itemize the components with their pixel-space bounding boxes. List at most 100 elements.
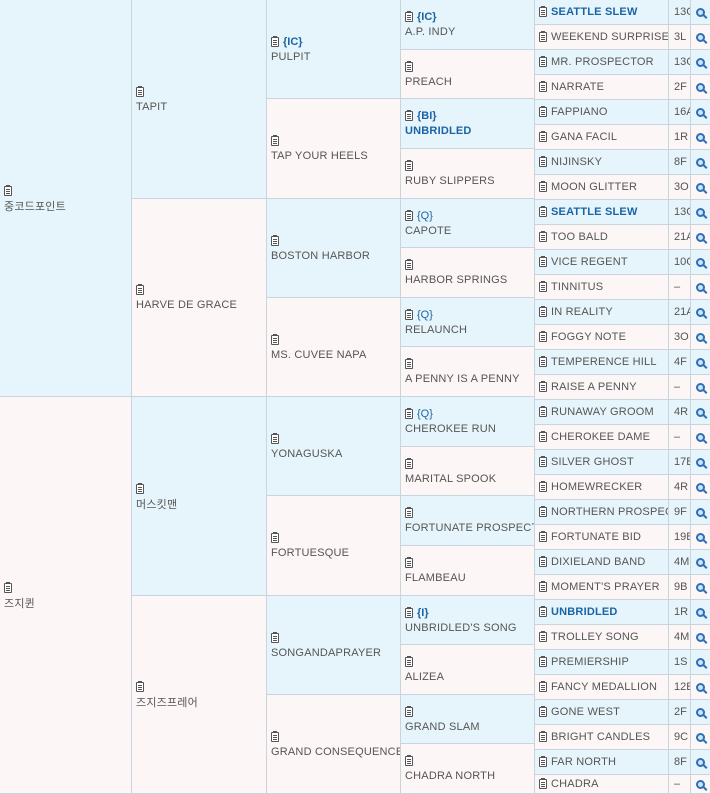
horse-name[interactable]: FOGGY NOTE [551,330,626,344]
horse-name[interactable]: TEMPERENCE HILL [551,355,657,369]
horse-name[interactable]: GRAND SLAM [405,721,480,733]
clipboard-icon[interactable] [539,181,547,192]
search-button[interactable] [691,625,710,650]
clipboard-icon[interactable] [405,557,413,568]
horse-name[interactable]: FORTUNATE BID [551,530,641,544]
horse-name[interactable]: MOON GLITTER [551,180,637,194]
horse-name[interactable]: NORTHERN PROSPECT [551,505,668,519]
clipboard-icon[interactable] [539,481,547,492]
clipboard-icon[interactable] [4,184,12,196]
horse-name[interactable]: TAP YOUR HEELS [271,150,368,162]
clipboard-icon[interactable] [539,231,547,242]
clipboard-icon[interactable] [539,381,547,392]
horse-name[interactable]: BOSTON HARBOR [271,250,370,262]
search-button[interactable] [691,675,710,700]
clipboard-icon[interactable] [271,35,279,47]
search-button[interactable] [691,200,710,225]
search-button[interactable] [691,525,710,550]
horse-name[interactable]: FLAMBEAU [405,572,466,584]
clipboard-icon[interactable] [539,778,547,789]
clipboard-icon[interactable] [136,681,144,692]
horse-name[interactable]: IN REALITY [551,305,613,319]
clipboard-icon[interactable] [405,209,413,221]
search-button[interactable] [691,225,710,250]
horse-name[interactable]: ALIZEA [405,671,444,683]
search-button[interactable] [691,75,710,100]
search-button[interactable] [691,300,710,325]
clipboard-icon[interactable] [539,706,547,717]
search-button[interactable] [691,700,710,725]
horse-name[interactable]: A PENNY IS A PENNY [405,373,520,385]
horse-name[interactable]: UNBRIDLED [405,125,472,137]
horse-name[interactable]: CHADRA [551,777,599,791]
horse-name[interactable]: GONE WEST [551,705,620,719]
clipboard-icon[interactable] [539,281,547,292]
horse-name[interactable]: FAR NORTH [551,755,616,769]
horse-name[interactable]: HARVE DE GRACE [136,299,237,311]
clipboard-icon[interactable] [405,358,413,369]
clipboard-icon[interactable] [539,256,547,267]
search-button[interactable] [691,25,710,50]
horse-name[interactable]: 즈지퀸 [4,595,35,611]
clipboard-icon[interactable] [271,234,279,246]
search-button[interactable] [691,250,710,275]
clipboard-icon[interactable] [539,431,547,442]
horse-name[interactable]: MS. CUVEE NAPA [271,349,367,361]
horse-name[interactable]: FORTUESQUE [271,547,349,559]
search-button[interactable] [691,100,710,125]
search-button[interactable] [691,400,710,425]
clipboard-icon[interactable] [539,6,547,17]
horse-name[interactable]: A.P. INDY [405,26,456,38]
clipboard-icon[interactable] [539,606,547,617]
clipboard-icon[interactable] [539,206,547,217]
clipboard-icon[interactable] [539,306,547,317]
clipboard-icon[interactable] [405,507,413,518]
horse-name[interactable]: SEATTLE SLEW [551,205,638,219]
clipboard-icon[interactable] [539,81,547,92]
search-button[interactable] [691,725,710,750]
horse-name[interactable]: TAPIT [136,101,167,113]
clipboard-icon[interactable] [539,156,547,167]
horse-name[interactable]: 즈지즈프레어 [136,694,198,710]
search-button[interactable] [691,275,710,300]
search-button[interactable] [691,600,710,625]
clipboard-icon[interactable] [405,408,413,419]
clipboard-icon[interactable] [539,131,547,142]
clipboard-icon[interactable] [405,656,413,667]
clipboard-icon[interactable] [405,11,413,22]
search-button[interactable] [691,175,710,200]
clipboard-icon[interactable] [271,333,279,345]
search-button[interactable] [691,750,710,775]
horse-name[interactable]: MOMENT'S PRAYER [551,580,660,594]
search-button[interactable] [691,50,710,75]
search-button[interactable] [691,125,710,150]
horse-name[interactable]: UNBRIDLED [551,605,618,619]
clipboard-icon[interactable] [405,259,413,270]
clipboard-icon[interactable] [271,730,279,742]
clipboard-icon[interactable] [405,705,413,717]
clipboard-icon[interactable] [405,755,413,766]
horse-name[interactable]: RELAUNCH [405,324,467,336]
horse-name[interactable]: 중코드포인트 [4,198,66,214]
clipboard-icon[interactable] [539,456,547,467]
search-button[interactable] [691,775,710,794]
clipboard-icon[interactable] [539,731,547,742]
horse-name[interactable]: SONGANDAPRAYER [271,647,381,659]
clipboard-icon[interactable] [136,85,144,97]
horse-name[interactable]: FORTUNATE PROSPECT [405,522,534,534]
search-button[interactable] [691,500,710,525]
clipboard-icon[interactable] [271,135,279,146]
search-button[interactable] [691,475,710,500]
clipboard-icon[interactable] [539,506,547,517]
clipboard-icon[interactable] [539,631,547,642]
clipboard-icon[interactable] [4,581,12,593]
horse-name[interactable]: RUBY SLIPPERS [405,175,495,187]
horse-name[interactable]: VICE REGENT [551,255,628,269]
horse-name[interactable]: PULPIT [271,51,311,63]
search-button[interactable] [691,0,710,25]
horse-name[interactable]: NIJINSKY [551,155,602,169]
horse-name[interactable]: RUNAWAY GROOM [551,405,654,419]
search-button[interactable] [691,325,710,350]
search-button[interactable] [691,650,710,675]
clipboard-icon[interactable] [539,106,547,117]
